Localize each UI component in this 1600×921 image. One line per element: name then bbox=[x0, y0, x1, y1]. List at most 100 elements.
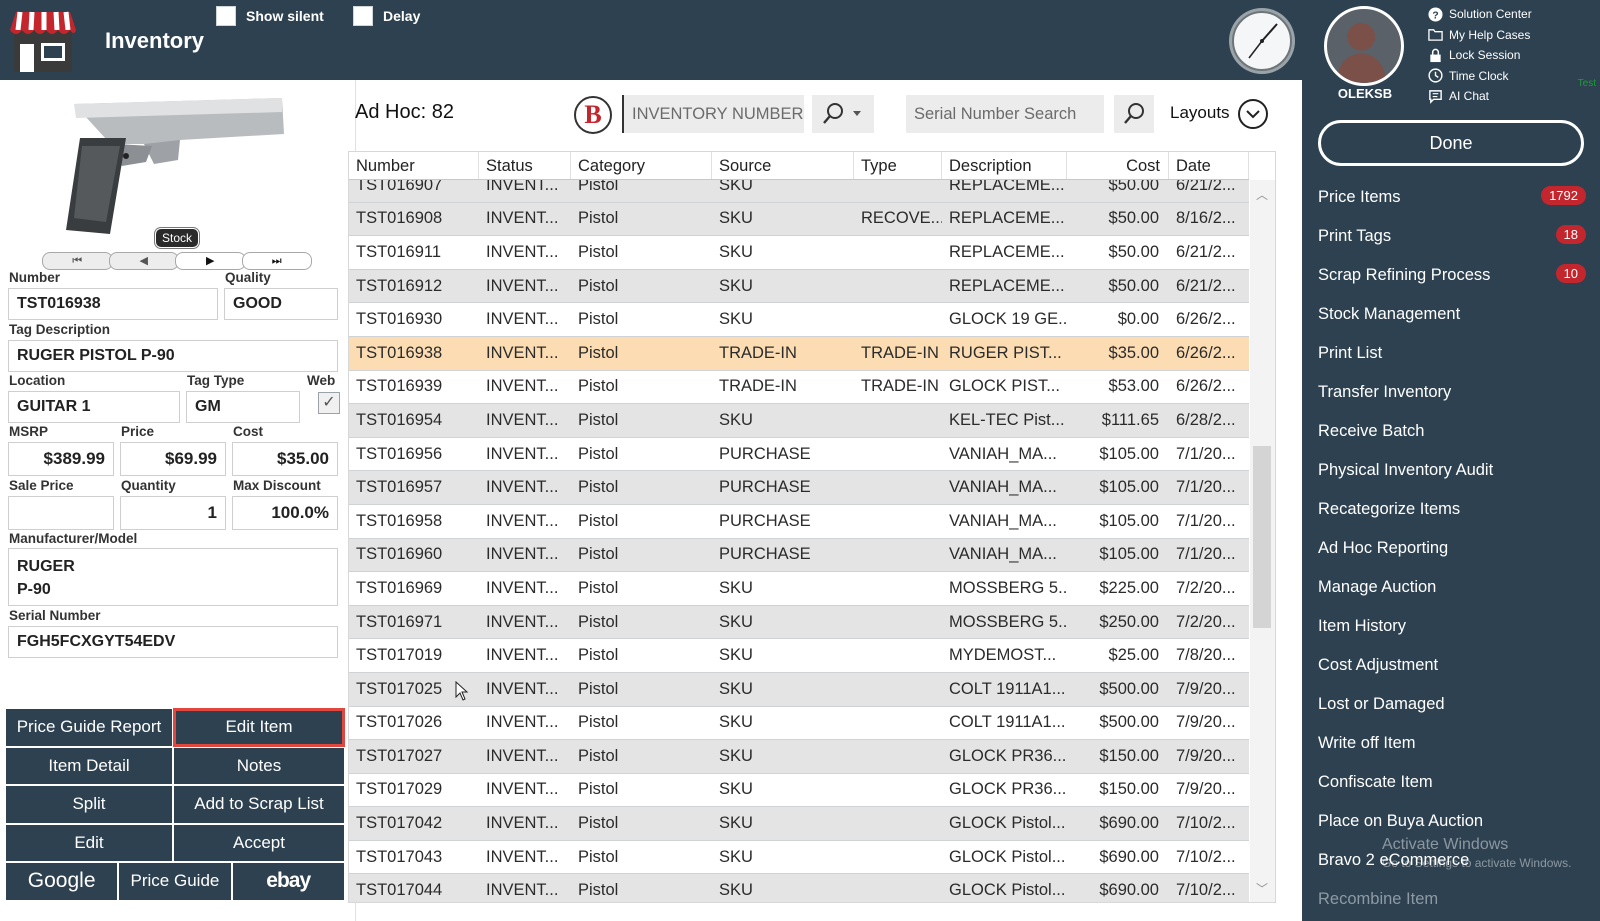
table-row[interactable]: TST016908 INVENT... Pistol SKU RECOVE... REPL… bbox=[349, 202, 1249, 237]
column-header-status[interactable]: Status bbox=[479, 152, 571, 179]
table-row[interactable]: TST016939 INVENT... Pistol TRADE-IN TRADE-IN… bbox=[349, 371, 1249, 405]
table-row[interactable]: TST017042 INVENT... Pistol SKU GLOCK Pistol.… bbox=[349, 807, 1249, 841]
web-checkbox[interactable]: ✓ bbox=[318, 392, 340, 414]
column-header-source[interactable]: Source bbox=[712, 152, 854, 179]
table-row[interactable]: TST017027 INVENT... Pistol SKU GLOCK PR36...… bbox=[349, 740, 1249, 774]
accept-button[interactable]: Accept bbox=[173, 823, 345, 862]
serial-number-search-input[interactable]: Serial Number Search bbox=[906, 95, 1104, 133]
scroll-thumb[interactable] bbox=[1253, 446, 1271, 628]
show-silent-checkbox[interactable]: Show silent bbox=[216, 6, 324, 26]
table-row[interactable]: TST016956 INVENT... Pistol PURCHASE VANIAH_M… bbox=[349, 438, 1249, 472]
serial-search-button[interactable] bbox=[1114, 95, 1154, 133]
menu-price-items[interactable]: Price Items 1792 bbox=[1302, 178, 1600, 217]
table-row[interactable]: TST017029 INVENT... Pistol SKU GLOCK PR36...… bbox=[349, 774, 1249, 808]
menu-ad-hoc-reporting[interactable]: Ad Hoc Reporting bbox=[1302, 529, 1600, 568]
table-row[interactable]: TST016957 INVENT... Pistol PURCHASE VANIAH_M… bbox=[349, 471, 1249, 505]
max-discount-field[interactable]: 100.0% bbox=[232, 496, 338, 530]
menu-transfer-inventory[interactable]: Transfer Inventory bbox=[1302, 373, 1600, 412]
ai-chat-link[interactable]: AI Chat bbox=[1428, 86, 1532, 107]
manufacturer-model-field[interactable]: RUGER P-90 bbox=[8, 548, 338, 606]
menu-scrap-refining[interactable]: Scrap Refining Process 10 bbox=[1302, 256, 1600, 295]
tag-type-field[interactable]: GM bbox=[186, 391, 300, 423]
scroll-down-icon[interactable]: ﹀ bbox=[1256, 880, 1268, 897]
menu-receive-batch[interactable]: Receive Batch bbox=[1302, 412, 1600, 451]
table-row[interactable]: TST016938 INVENT... Pistol TRADE-IN TRADE-IN… bbox=[349, 336, 1249, 371]
number-field[interactable]: TST016938 bbox=[8, 288, 218, 320]
serial-number-field[interactable]: FGH5FCXGYT54EDV bbox=[8, 626, 338, 658]
user-avatar[interactable] bbox=[1324, 6, 1404, 86]
table-row[interactable]: TST017025 INVENT... Pistol SKU COLT 1911A1..… bbox=[349, 672, 1249, 707]
next-photo-button[interactable]: ▶ bbox=[175, 252, 246, 270]
menu-stock-management[interactable]: Stock Management bbox=[1302, 295, 1600, 334]
split-button[interactable]: Split bbox=[5, 785, 173, 824]
edit-item-button[interactable]: Edit Item bbox=[173, 708, 345, 747]
msrp-field[interactable]: $389.99 bbox=[8, 442, 114, 476]
menu-confiscate[interactable]: Confiscate Item bbox=[1302, 763, 1600, 802]
table-row[interactable]: TST016958 INVENT... Pistol PURCHASE VANIAH_M… bbox=[349, 505, 1249, 539]
menu-recategorize[interactable]: Recategorize Items bbox=[1302, 490, 1600, 529]
column-header-number[interactable]: Number bbox=[349, 152, 479, 179]
time-clock-link[interactable]: Time Clock bbox=[1428, 66, 1532, 87]
column-header-category[interactable]: Category bbox=[571, 152, 712, 179]
column-header-type[interactable]: Type bbox=[854, 152, 942, 179]
inventory-search-button[interactable] bbox=[812, 95, 874, 133]
layouts-label[interactable]: Layouts bbox=[1170, 103, 1230, 123]
ebay-search-button[interactable]: ebay bbox=[231, 862, 345, 901]
item-detail-button[interactable]: Item Detail bbox=[5, 746, 173, 785]
table-row[interactable]: TST016969 INVENT... Pistol SKU MOSSBERG 5...… bbox=[349, 572, 1249, 606]
solution-center-link[interactable]: ? Solution Center bbox=[1428, 4, 1532, 25]
table-row[interactable]: TST016930 INVENT... Pistol SKU GLOCK 19 GE..… bbox=[349, 303, 1249, 337]
column-header-description[interactable]: Description bbox=[942, 152, 1067, 179]
tag-description-field[interactable]: RUGER PISTOL P-90 bbox=[8, 340, 338, 372]
delay-box[interactable] bbox=[353, 6, 373, 26]
table-row[interactable]: TST016960 INVENT... Pistol PURCHASE VANIAH_M… bbox=[349, 538, 1249, 573]
menu-print-tags[interactable]: Print Tags 18 bbox=[1302, 217, 1600, 256]
menu-bravo-ecommerce[interactable]: Bravo 2 eCommerce bbox=[1302, 841, 1600, 880]
last-photo-button[interactable]: ⏭ bbox=[241, 252, 312, 270]
column-header-date[interactable]: Date bbox=[1169, 152, 1249, 179]
grid-scrollbar[interactable]: ︿ ﹀ bbox=[1250, 180, 1275, 902]
location-field[interactable]: GUITAR 1 bbox=[8, 391, 180, 423]
price-field[interactable]: $69.99 bbox=[120, 442, 226, 476]
delay-checkbox[interactable]: Delay bbox=[353, 6, 420, 26]
prev-photo-button[interactable]: ◀ bbox=[108, 252, 179, 270]
inventory-number-input[interactable]: INVENTORY NUMBER bbox=[622, 95, 804, 133]
bravo-logo-icon[interactable]: B bbox=[574, 96, 612, 134]
table-row[interactable]: TST017043 INVENT... Pistol SKU GLOCK Pistol.… bbox=[349, 841, 1249, 875]
table-row[interactable]: TST016954 INVENT... Pistol SKU KEL-TEC Pist.… bbox=[349, 404, 1249, 438]
done-button[interactable]: Done bbox=[1318, 120, 1584, 166]
cost-field[interactable]: $35.00 bbox=[232, 442, 338, 476]
menu-cost-adjustment[interactable]: Cost Adjustment bbox=[1302, 646, 1600, 685]
table-row[interactable]: TST017019 INVENT... Pistol SKU MYDEMOST... $2… bbox=[349, 639, 1249, 673]
table-row[interactable]: TST017026 INVENT... Pistol SKU COLT 1911A1..… bbox=[349, 707, 1249, 741]
edit-button[interactable]: Edit bbox=[5, 823, 173, 862]
table-row[interactable]: TST016912 INVENT... Pistol SKU REPLACEME... $… bbox=[349, 269, 1249, 304]
layouts-dropdown-button[interactable] bbox=[1238, 99, 1268, 129]
menu-manage-auction[interactable]: Manage Auction bbox=[1302, 568, 1600, 607]
show-silent-box[interactable] bbox=[216, 6, 236, 26]
table-row[interactable]: TST016971 INVENT... Pistol SKU MOSSBERG 5...… bbox=[349, 605, 1249, 640]
table-row[interactable]: TST017044 INVENT... Pistol SKU GLOCK Pistol.… bbox=[349, 874, 1249, 902]
menu-buya-auction[interactable]: Place on Buya Auction bbox=[1302, 802, 1600, 841]
quality-field[interactable]: GOOD bbox=[224, 288, 338, 320]
price-guide-report-button[interactable]: Price Guide Report bbox=[5, 708, 173, 747]
table-row[interactable]: TST016911 INVENT... Pistol SKU REPLACEME... $… bbox=[349, 236, 1249, 270]
column-header-cost[interactable]: Cost bbox=[1067, 152, 1169, 179]
quantity-field[interactable]: 1 bbox=[120, 496, 226, 530]
menu-lost-or-damaged[interactable]: Lost or Damaged bbox=[1302, 685, 1600, 724]
clock-icon[interactable] bbox=[1227, 6, 1297, 76]
lock-session-link[interactable]: Lock Session bbox=[1428, 45, 1532, 66]
item-photo[interactable] bbox=[60, 90, 290, 240]
scroll-up-icon[interactable]: ︿ bbox=[1256, 186, 1268, 203]
sale-price-field[interactable] bbox=[8, 496, 114, 530]
menu-write-off[interactable]: Write off Item bbox=[1302, 724, 1600, 763]
notes-button[interactable]: Notes bbox=[173, 746, 345, 785]
menu-physical-audit[interactable]: Physical Inventory Audit bbox=[1302, 451, 1600, 490]
menu-item-history[interactable]: Item History bbox=[1302, 607, 1600, 646]
add-to-scrap-list-button[interactable]: Add to Scrap List bbox=[173, 785, 345, 824]
google-search-button[interactable]: Google bbox=[5, 862, 119, 901]
menu-print-list[interactable]: Print List bbox=[1302, 334, 1600, 373]
price-guide-button[interactable]: Price Guide bbox=[118, 862, 232, 901]
first-photo-button[interactable]: ⏮ bbox=[42, 252, 113, 270]
my-help-cases-link[interactable]: My Help Cases bbox=[1428, 25, 1532, 46]
